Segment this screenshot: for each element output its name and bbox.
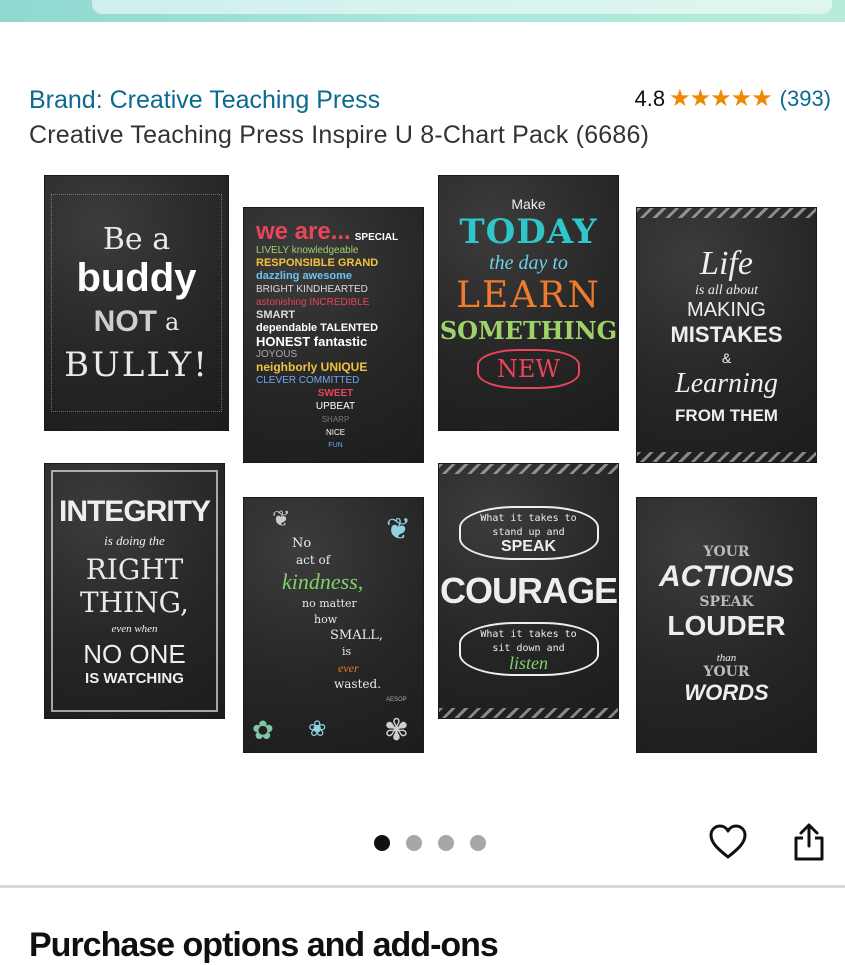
poster-text: LEARN xyxy=(456,275,601,316)
poster-text: ever xyxy=(338,661,359,675)
poster-text: HONEST fantastic xyxy=(256,334,368,349)
poster-courage: What it takes to stand up and SPEAK COUR… xyxy=(439,464,618,718)
poster-text: MISTAKES xyxy=(670,321,783,347)
poster-be-a-buddy: Be a buddy NOT a BULLY! xyxy=(45,176,228,430)
search-field-edge[interactable] xyxy=(92,0,832,14)
poster-life-is-all-about: Life is all about MAKING MISTAKES & Lear… xyxy=(637,208,816,462)
poster-text: WORDS xyxy=(684,680,769,705)
poster-text: What it takes to sit down and xyxy=(480,629,577,654)
speech-bubble: What it takes to sit down and listen xyxy=(458,622,599,676)
share-icon xyxy=(794,823,824,861)
carousel-dots xyxy=(374,835,486,851)
heart-icon xyxy=(709,824,747,859)
poster-text: COURAGE xyxy=(439,570,618,611)
rating-count-link[interactable]: (393) xyxy=(780,86,831,112)
section-title: Purchase options and add-ons xyxy=(29,926,499,964)
poster-text: NOT xyxy=(93,304,157,338)
poster-text: SPECIAL xyxy=(354,232,399,243)
poster-text: & xyxy=(721,349,732,366)
poster-text: INTEGRITY xyxy=(58,495,211,528)
poster-text: FUN xyxy=(328,442,343,449)
poster-text: MAKING xyxy=(687,298,766,321)
poster-text: act of xyxy=(296,553,331,567)
share-button[interactable] xyxy=(787,820,831,864)
poster-text: astonishing INCREDIBLE xyxy=(256,297,370,308)
poster-text: LIVELY knowledgeable xyxy=(256,245,359,256)
poster-text: SPEAK xyxy=(699,594,754,610)
poster-text: RESPONSIBLE GRAND xyxy=(256,257,379,269)
carousel-dot[interactable] xyxy=(438,835,454,851)
poster-text: NO ONE xyxy=(83,639,186,669)
flower-icon: ❀ xyxy=(308,716,327,741)
poster-text: neighborly UNIQUE xyxy=(256,360,368,374)
product-title: Creative Teaching Press Inspire U 8-Char… xyxy=(29,121,650,149)
poster-text: LOUDER xyxy=(667,610,786,641)
poster-your-actions: YOUR ACTIONS SPEAK LOUDER than YOUR WORD… xyxy=(637,498,816,752)
poster-text: no matter xyxy=(302,597,357,610)
poster-text: BRIGHT KINDHEARTED xyxy=(256,284,368,295)
carousel-dot[interactable] xyxy=(374,835,390,851)
poster-text: RIGHT xyxy=(85,553,184,586)
speech-bubble: What it takes to stand up and SPEAK xyxy=(458,506,599,560)
rating-summary[interactable]: 4.8 ★★★★★ (393) xyxy=(634,84,831,113)
poster-text: No xyxy=(292,536,312,551)
poster-text: SOMETHING xyxy=(439,316,618,345)
poster-text: is doing the xyxy=(104,533,165,548)
poster-text: a xyxy=(165,307,180,336)
poster-text: how xyxy=(314,613,338,626)
poster-text: is xyxy=(342,645,352,658)
poster-text: ACTIONS xyxy=(659,560,794,593)
poster-text: Learning xyxy=(675,367,778,399)
flower-icon: ✿ xyxy=(252,715,274,745)
poster-text: CLEVER COMMITTED xyxy=(256,375,360,386)
poster-text: SMART xyxy=(256,309,296,321)
brand-link[interactable]: Brand: Creative Teaching Press xyxy=(29,86,380,115)
poster-text: THING, xyxy=(80,586,189,619)
carousel-dot[interactable] xyxy=(406,835,422,851)
poster-text: SHARP xyxy=(321,415,350,424)
poster-text: YOUR xyxy=(703,664,750,680)
poster-text: Be a xyxy=(102,221,171,257)
poster-text: AESOP xyxy=(386,697,407,703)
poster-text: we are... xyxy=(256,218,351,245)
poster-text: SPEAK xyxy=(500,538,557,555)
poster-text: wasted. xyxy=(334,677,382,691)
flower-icon: ✾ xyxy=(383,714,409,747)
poster-text: What it takes to stand up and xyxy=(480,513,577,538)
poster-make-today: Make TODAY the day to LEARN SOMETHING NE… xyxy=(439,176,618,430)
poster-text: Make xyxy=(511,196,546,212)
star-rating-icon: ★★★★★ xyxy=(669,85,773,112)
poster-text: YOUR xyxy=(703,544,750,560)
poster-text: is all about xyxy=(694,282,758,298)
poster-text: TODAY xyxy=(459,212,598,252)
poster-text: dazzling awesome xyxy=(256,270,352,282)
poster-text: SMALL, xyxy=(330,628,384,643)
poster-text: FROM THEM xyxy=(675,405,778,425)
rating-score: 4.8 xyxy=(634,85,666,111)
poster-no-act-of-kindness: ❦ ❦ No act of kindness, no matter how SM… xyxy=(244,498,423,752)
poster-text: NICE xyxy=(325,428,346,437)
poster-text: kindness, xyxy=(282,569,364,594)
poster-text: SWEET xyxy=(317,388,354,399)
poster-text: UPBEAT xyxy=(315,401,356,412)
top-search-bar-edge xyxy=(0,0,845,22)
section-divider xyxy=(0,885,845,888)
poster-text: the day to xyxy=(489,252,568,274)
poster-text: NEW xyxy=(476,349,581,389)
butterfly-icon: ❦ xyxy=(272,506,291,531)
poster-text: even when xyxy=(111,623,158,635)
poster-text: Life xyxy=(700,244,753,282)
poster-we-are: we are... SPECIAL LIVELY knowledgeable R… xyxy=(244,208,423,462)
poster-text: BULLY! xyxy=(64,344,209,385)
poster-integrity: INTEGRITY is doing the RIGHT THING, even… xyxy=(45,464,224,718)
poster-text: buddy xyxy=(76,255,197,300)
carousel-dot[interactable] xyxy=(470,835,486,851)
poster-text: listen xyxy=(509,653,548,673)
poster-text: than xyxy=(716,652,737,664)
poster-text: IS WATCHING xyxy=(85,670,184,687)
heart-button[interactable] xyxy=(706,820,750,864)
